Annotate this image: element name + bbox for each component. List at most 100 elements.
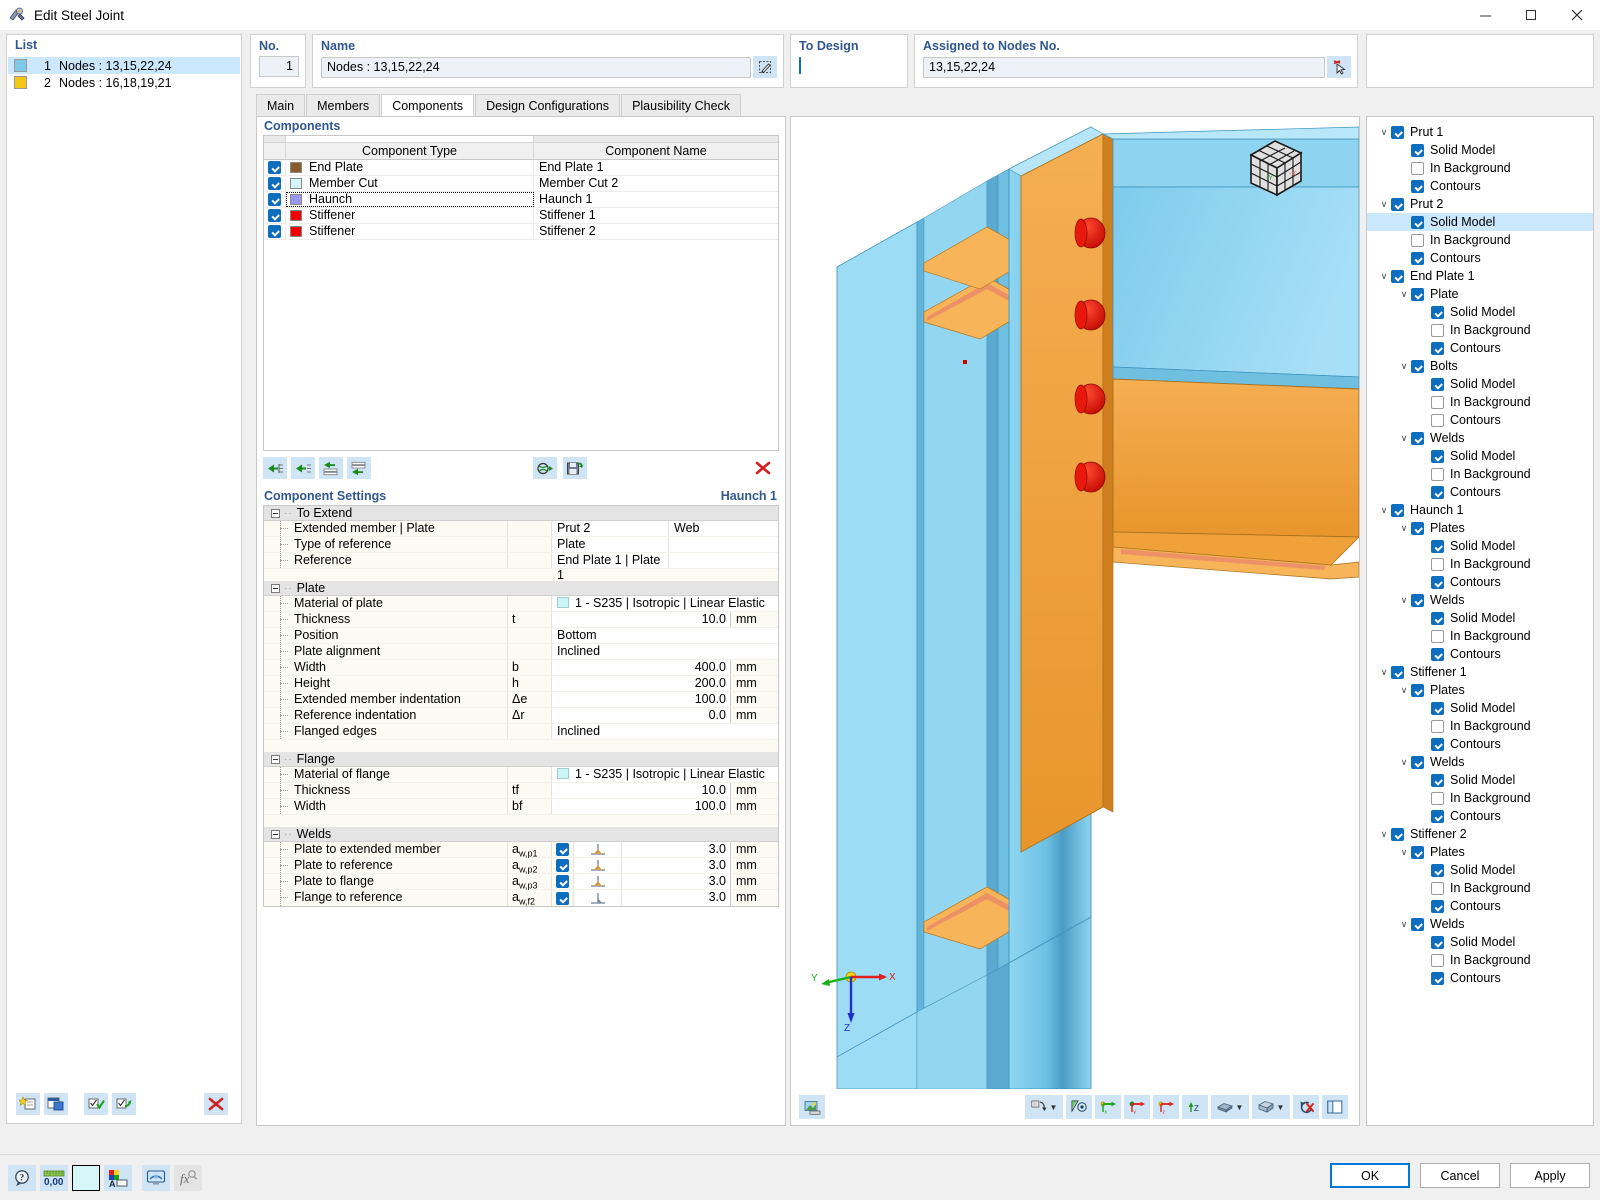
property-value[interactable]: Inclined	[552, 644, 778, 659]
tree-item[interactable]: In Background	[1367, 465, 1593, 483]
double-fillet-weld-icon[interactable]	[574, 874, 622, 889]
collapse-icon[interactable]	[271, 509, 280, 518]
property-value[interactable]: 100.0	[552, 692, 730, 707]
tree-item[interactable]: ∨Welds	[1367, 753, 1593, 771]
row-type-cell[interactable]: Member Cut	[286, 176, 534, 191]
select-all-button[interactable]	[84, 1093, 108, 1115]
reset-view-button[interactable]	[1293, 1095, 1319, 1119]
row-checkbox[interactable]	[268, 225, 281, 238]
property-value[interactable]: 0.0	[552, 708, 730, 723]
tree-item-checkbox[interactable]	[1411, 684, 1424, 697]
collapse-icon[interactable]	[271, 755, 280, 764]
section-view-button[interactable]: ▼	[1211, 1095, 1249, 1119]
tab-components[interactable]: Components	[381, 94, 474, 116]
row-checkbox-cell[interactable]	[264, 192, 286, 207]
row-checkbox[interactable]	[268, 193, 281, 206]
weld-enable-checkbox[interactable]	[556, 892, 569, 905]
tree-item[interactable]: ∨End Plate 1	[1367, 267, 1593, 285]
table-row[interactable]: Haunch Haunch 1	[264, 192, 778, 208]
property-row[interactable]: Reference indentation Δr 0.0 mm	[264, 708, 778, 724]
tree-item[interactable]: Solid Model	[1367, 447, 1593, 465]
tree-item[interactable]: ∨Prut 1	[1367, 123, 1593, 141]
tree-item-checkbox[interactable]	[1431, 414, 1444, 427]
joint-no-value[interactable]: 1	[259, 56, 299, 77]
property-row[interactable]: Extended member indentation Δe 100.0 mm	[264, 692, 778, 708]
tree-item-checkbox[interactable]	[1431, 378, 1444, 391]
chevron-down-icon[interactable]: ∨	[1377, 195, 1391, 213]
tree-item[interactable]: ∨Plates	[1367, 681, 1593, 699]
weld-enable-checkbox-cell[interactable]	[552, 858, 574, 873]
tree-item-checkbox[interactable]	[1431, 486, 1444, 499]
list-item[interactable]: 2 Nodes : 16,18,19,21	[8, 74, 240, 91]
delete-component-button[interactable]	[751, 457, 775, 479]
3d-viewport[interactable]: -Y -X X Y Z	[790, 116, 1360, 1126]
view-in-z-button[interactable]: z	[1153, 1095, 1179, 1119]
component-name-label[interactable]: Member Cut 2	[534, 176, 778, 191]
tree-item-checkbox[interactable]	[1411, 180, 1424, 193]
tree-item[interactable]: Solid Model	[1367, 303, 1593, 321]
tree-item[interactable]: Solid Model	[1367, 537, 1593, 555]
view-z-up-button[interactable]: Z	[1182, 1095, 1208, 1119]
tree-item[interactable]: Contours	[1367, 897, 1593, 915]
fullscreen-button[interactable]	[1322, 1095, 1348, 1119]
property-row[interactable]: Plate alignment Inclined	[264, 644, 778, 660]
tree-item-checkbox[interactable]	[1431, 882, 1444, 895]
move-first-button[interactable]	[263, 457, 287, 479]
tree-item[interactable]: ∨Bolts	[1367, 357, 1593, 375]
tree-item[interactable]: Solid Model	[1367, 771, 1593, 789]
property-value[interactable]: 10.0	[552, 612, 730, 627]
list-item[interactable]: 1 Nodes : 13,15,22,24	[8, 57, 240, 74]
insert-above-button[interactable]	[319, 457, 343, 479]
tree-item-checkbox[interactable]	[1431, 954, 1444, 967]
tree-item-checkbox[interactable]	[1411, 432, 1424, 445]
row-checkbox[interactable]	[268, 177, 281, 190]
tree-item-checkbox[interactable]	[1431, 972, 1444, 985]
chevron-down-icon[interactable]: ▼	[1236, 1103, 1244, 1112]
row-type-cell[interactable]: End Plate	[286, 160, 534, 175]
tree-item[interactable]: Solid Model	[1367, 141, 1593, 159]
tree-item[interactable]: Solid Model	[1367, 609, 1593, 627]
property-row[interactable]: Thickness t 10.0 mm	[264, 612, 778, 628]
chevron-down-icon[interactable]: ∨	[1397, 429, 1411, 447]
tree-item-checkbox[interactable]	[1431, 702, 1444, 715]
tree-item[interactable]: ∨Plates	[1367, 519, 1593, 537]
weld-enable-checkbox[interactable]	[556, 859, 569, 872]
tree-item-checkbox[interactable]	[1411, 234, 1424, 247]
property-row[interactable]: Position Bottom	[264, 628, 778, 644]
tree-item[interactable]: Contours	[1367, 645, 1593, 663]
component-name-label[interactable]: Haunch 1	[534, 192, 778, 207]
property-value[interactable]: Prut 2	[552, 521, 668, 536]
tree-item[interactable]: ∨Stiffener 2	[1367, 825, 1593, 843]
tree-item[interactable]: ∨Welds	[1367, 429, 1593, 447]
weld-row[interactable]: Plate to reference aw,p2 3.0 mm	[264, 858, 778, 874]
tree-item[interactable]: Contours	[1367, 177, 1593, 195]
tree-item[interactable]: Solid Model	[1367, 699, 1593, 717]
tree-item[interactable]: ∨Welds	[1367, 591, 1593, 609]
tree-item[interactable]: In Background	[1367, 231, 1593, 249]
collapse-icon[interactable]	[271, 584, 280, 593]
chevron-down-icon[interactable]: ∨	[1397, 843, 1411, 861]
tree-item-checkbox[interactable]	[1411, 360, 1424, 373]
tree-item-checkbox[interactable]	[1391, 270, 1404, 283]
component-name-label[interactable]: Stiffener 1	[534, 208, 778, 223]
tree-item[interactable]: Contours	[1367, 249, 1593, 267]
tree-item-checkbox[interactable]	[1431, 864, 1444, 877]
move-up-button[interactable]	[291, 457, 315, 479]
tree-item-checkbox[interactable]	[1411, 162, 1424, 175]
tab-members[interactable]: Members	[306, 94, 380, 116]
tree-item-checkbox[interactable]	[1391, 126, 1404, 139]
tree-item[interactable]: In Background	[1367, 789, 1593, 807]
tree-item[interactable]: In Background	[1367, 555, 1593, 573]
model-tree[interactable]: ∨Prut 1Solid ModelIn BackgroundContours∨…	[1367, 117, 1593, 987]
tree-item-checkbox[interactable]	[1411, 756, 1424, 769]
property-value2[interactable]: Web	[668, 521, 778, 536]
model-tree-panel[interactable]: ∨Prut 1Solid ModelIn BackgroundContours∨…	[1366, 116, 1594, 1126]
steel-joint-3d-model[interactable]	[791, 117, 1359, 1089]
tree-item-checkbox[interactable]	[1431, 468, 1444, 481]
help-magnifier-icon[interactable]: ?	[8, 1165, 36, 1191]
tree-item[interactable]: Solid Model	[1367, 213, 1593, 231]
chevron-down-icon[interactable]: ∨	[1397, 681, 1411, 699]
tree-item-checkbox[interactable]	[1411, 594, 1424, 607]
weld-enable-checkbox-cell[interactable]	[552, 874, 574, 889]
chevron-down-icon[interactable]: ∨	[1397, 357, 1411, 375]
